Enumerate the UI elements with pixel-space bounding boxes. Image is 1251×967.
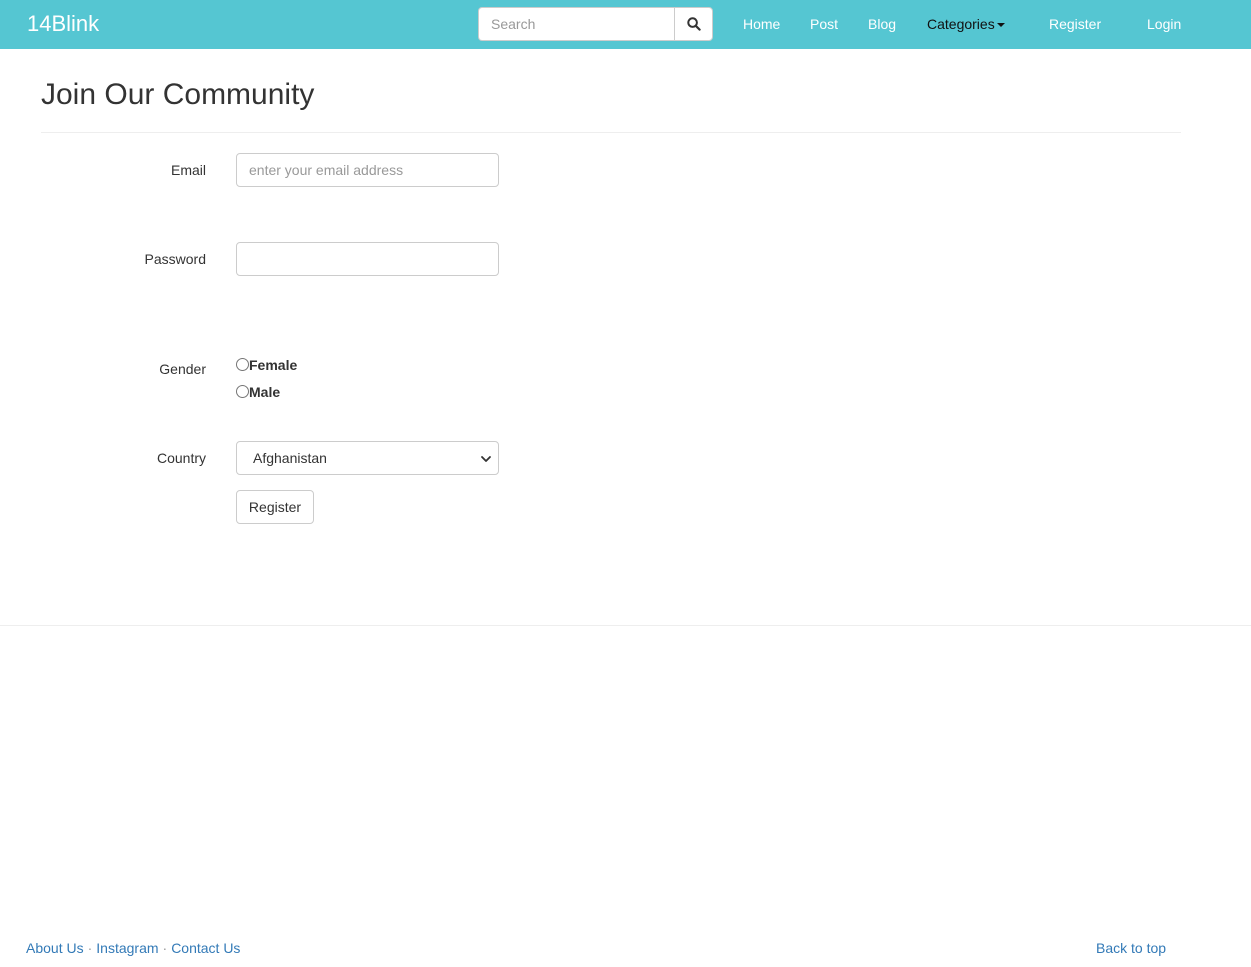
search-icon	[686, 17, 701, 31]
email-field[interactable]	[236, 153, 499, 187]
nav-blog[interactable]: Blog	[868, 16, 896, 33]
gender-option-female[interactable]: Female	[236, 356, 298, 373]
country-label: Country	[156, 450, 206, 466]
search-button[interactable]	[674, 7, 713, 41]
radio-female[interactable]	[236, 357, 249, 371]
brand-logo[interactable]: 14Blink	[27, 11, 99, 37]
nav-post[interactable]: Post	[810, 16, 838, 33]
password-label: Password	[144, 251, 206, 267]
register-button[interactable]: Register	[236, 490, 314, 524]
footer-divider	[0, 625, 1251, 626]
footer-separator: ·	[87, 940, 93, 956]
footer-links: About Us · Instagram · Contact Us	[26, 940, 240, 957]
chevron-down-icon	[481, 456, 491, 462]
footer-link-instagram[interactable]: Instagram	[96, 940, 158, 956]
radio-male[interactable]	[236, 384, 249, 398]
title-divider	[41, 132, 1181, 133]
gender-option-male[interactable]: Male	[236, 383, 281, 400]
radio-male-label: Male	[249, 384, 281, 400]
back-to-top-link[interactable]: Back to top	[1096, 940, 1166, 957]
search-input[interactable]	[478, 7, 674, 41]
password-field[interactable]	[236, 242, 499, 276]
navbar: 14Blink Home Post Blog Categories Regist…	[0, 0, 1251, 49]
nav-home[interactable]: Home	[743, 16, 780, 33]
country-select-value: Afghanistan	[253, 450, 327, 466]
country-select[interactable]: Afghanistan	[236, 441, 499, 475]
page-title: Join Our Community	[41, 78, 315, 111]
footer-link-contact[interactable]: Contact Us	[171, 940, 240, 956]
radio-female-label: Female	[249, 357, 298, 373]
email-label: Email	[170, 162, 206, 178]
search-group	[478, 7, 713, 41]
nav-categories-dropdown[interactable]: Categories	[927, 16, 1005, 33]
nav-login[interactable]: Login	[1147, 16, 1181, 33]
nav-categories-label: Categories	[927, 16, 995, 32]
nav-register[interactable]: Register	[1049, 16, 1101, 33]
gender-label: Gender	[159, 361, 206, 377]
footer-link-about[interactable]: About Us	[26, 940, 84, 956]
caret-down-icon	[996, 23, 1005, 28]
footer-separator: ·	[162, 940, 168, 956]
